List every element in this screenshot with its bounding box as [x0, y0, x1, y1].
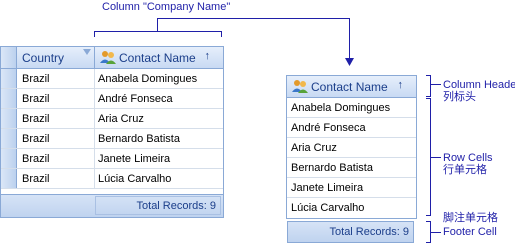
annotation-line	[157, 18, 350, 19]
cell-country[interactable]: Brazil	[22, 113, 50, 125]
row-indicator[interactable]	[1, 89, 17, 108]
arrow-down-icon	[345, 58, 354, 66]
annotation-line	[426, 98, 430, 99]
left-grid: Country Contact Name ↑ Brazil Anabela Do…	[0, 46, 224, 218]
annotation-line	[431, 157, 441, 158]
cell-country[interactable]: Brazil	[22, 133, 50, 145]
cell-contact-name[interactable]: Janete Limeira	[291, 182, 363, 194]
annotation-line	[431, 84, 441, 85]
row-indicator[interactable]	[1, 109, 17, 128]
column-header-annotation-zh: 列标头	[443, 91, 476, 103]
list-item[interactable]: André Fonseca	[287, 118, 416, 138]
table-row[interactable]: Brazil Aria Cruz	[1, 109, 223, 129]
left-grid-body: Brazil Anabela Domingues Brazil André Fo…	[1, 69, 223, 189]
column-header-contact-name-label: Contact Name	[119, 51, 196, 65]
cell-contact-name[interactable]: André Fonseca	[98, 93, 173, 105]
table-row[interactable]: Brazil Lúcia Carvalho	[1, 169, 223, 189]
table-row[interactable]: Brazil Janete Limeira	[1, 149, 223, 169]
annotation-line	[426, 96, 430, 97]
annotation-line	[430, 75, 431, 97]
row-cells-annotation: Row Cells	[443, 152, 493, 164]
table-row[interactable]: Brazil Anabela Domingues	[1, 69, 223, 89]
annotation-line	[94, 31, 95, 37]
left-grid-footer: Total Records: 9	[1, 194, 223, 217]
list-item[interactable]: Aria Cruz	[287, 138, 416, 158]
row-indicator[interactable]	[1, 149, 17, 168]
cell-contact-name[interactable]: Lúcia Carvalho	[291, 202, 364, 214]
column-header-country-label: Country	[22, 51, 65, 65]
right-grid: Contact Name ↑ Anabela Domingues André F…	[286, 75, 417, 219]
cell-contact-name[interactable]: Janete Limeira	[98, 153, 170, 165]
sort-ascending-arrow-icon: ↑	[397, 79, 404, 91]
cell-contact-name[interactable]: Lúcia Carvalho	[98, 173, 171, 185]
row-indicator-header	[1, 47, 17, 68]
cell-contact-name[interactable]: Bernardo Batista	[291, 162, 373, 174]
annotation-line	[94, 31, 222, 32]
sort-ascending-arrow-icon: ↑	[204, 50, 211, 62]
cell-country[interactable]: Brazil	[22, 153, 50, 165]
cell-contact-name[interactable]: Anabela Domingues	[98, 73, 197, 85]
row-cells-annotation-zh: 行单元格	[443, 164, 487, 176]
cell-country[interactable]: Brazil	[22, 93, 50, 105]
cell-contact-name[interactable]: Anabela Domingues	[291, 102, 390, 114]
annotation-line	[426, 215, 430, 216]
row-indicator[interactable]	[1, 129, 17, 148]
annotation-line	[157, 18, 158, 31]
list-item[interactable]: Lúcia Carvalho	[287, 198, 416, 218]
column-header-annotation: Column Header	[443, 79, 515, 91]
row-indicator[interactable]	[1, 169, 17, 188]
list-item[interactable]: Janete Limeira	[287, 178, 416, 198]
cell-country[interactable]: Brazil	[22, 173, 50, 185]
annotation-line	[426, 242, 430, 243]
row-indicator[interactable]	[1, 69, 17, 88]
annotation-line	[426, 221, 430, 222]
people-icon	[292, 80, 308, 93]
column-header-contact-name[interactable]: Contact Name ↑	[95, 47, 223, 68]
footer-total-records: Total Records: 9	[329, 226, 409, 238]
cell-contact-name[interactable]: Aria Cruz	[98, 113, 144, 125]
footer-cell: Total Records: 9	[95, 196, 221, 215]
table-row[interactable]: Brazil Bernardo Batista	[1, 129, 223, 149]
annotation-line	[426, 75, 430, 76]
right-grid-footer-cell: Total Records: 9	[287, 221, 414, 243]
filter-icon[interactable]	[83, 49, 91, 56]
cell-contact-name[interactable]: Bernardo Batista	[98, 133, 180, 145]
list-item[interactable]: Bernardo Batista	[287, 158, 416, 178]
annotation-line	[431, 232, 441, 233]
right-grid-header-label: Contact Name	[311, 80, 388, 94]
table-row[interactable]: Brazil André Fonseca	[1, 89, 223, 109]
cell-contact-name[interactable]: Aria Cruz	[291, 142, 337, 154]
list-item[interactable]: Anabela Domingues	[287, 98, 416, 118]
footer-total-records: Total Records: 9	[136, 200, 216, 212]
cell-contact-name[interactable]: André Fonseca	[291, 122, 366, 134]
left-grid-header: Country Contact Name ↑	[1, 47, 223, 69]
footer-cell-annotation-zh: 脚注单元格	[443, 212, 498, 224]
people-icon	[100, 51, 116, 64]
annotation-line	[221, 31, 222, 37]
column-company-name-annotation: Column "Company Name"	[102, 1, 231, 13]
column-divider	[94, 69, 95, 189]
annotation-line	[349, 18, 350, 60]
footer-cell-annotation: Footer Cell	[443, 226, 497, 238]
cell-country[interactable]: Brazil	[22, 73, 50, 85]
column-header-country[interactable]: Country	[17, 47, 95, 68]
right-grid-column-header[interactable]: Contact Name ↑	[287, 76, 416, 98]
